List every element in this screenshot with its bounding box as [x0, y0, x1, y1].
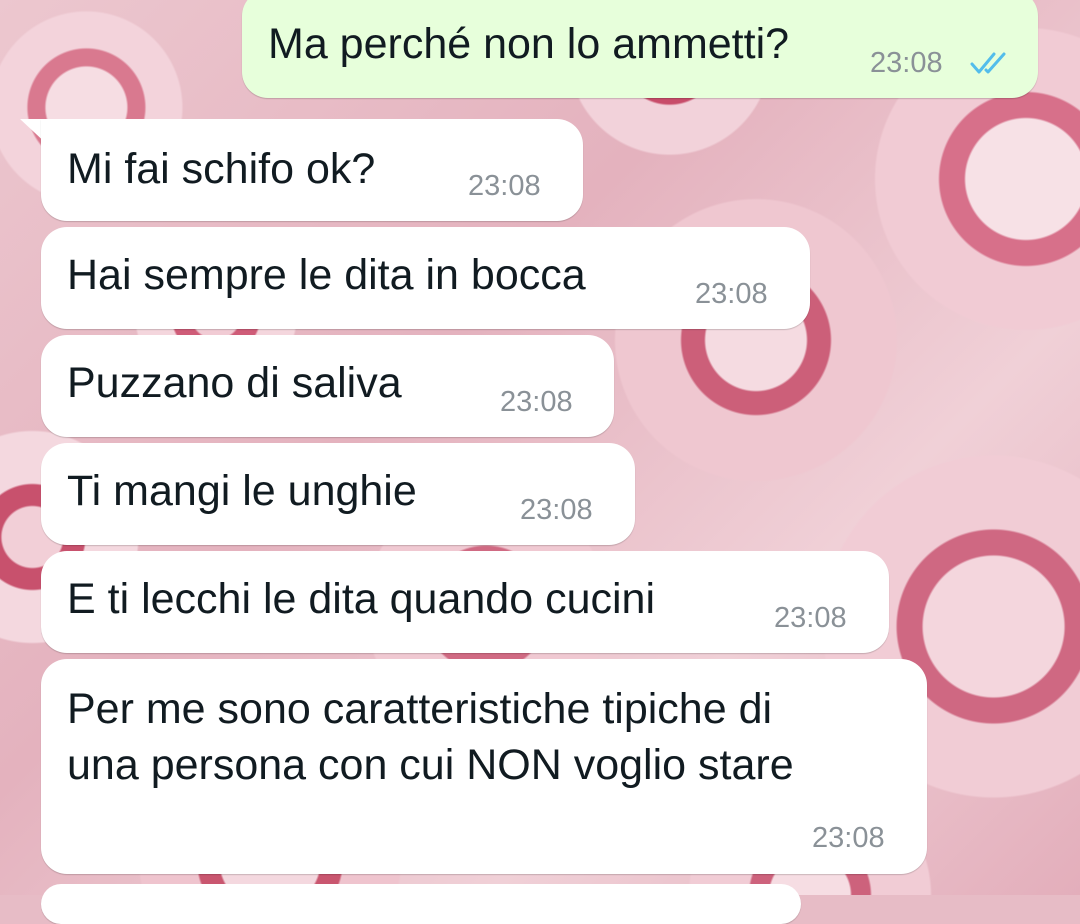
double-check-read-icon [970, 52, 1006, 74]
message-time: 23:08 [695, 278, 768, 310]
message-text: Mi fai schifo ok? [67, 145, 376, 193]
incoming-message[interactable]: Puzzano di saliva 23:08 [41, 335, 614, 437]
incoming-message[interactable]: Mi fai schifo ok? 23:08 [41, 119, 583, 221]
message-time: 23:08 [468, 170, 541, 202]
incoming-message[interactable]: E ti lecchi le dita quando cucini 23:08 [41, 551, 889, 653]
message-text: Hai sempre le dita in bocca [67, 251, 586, 299]
incoming-message[interactable]: Per me sono caratteristiche tipiche di u… [41, 659, 927, 874]
message-time: 23:08 [812, 822, 885, 854]
incoming-message[interactable]: Hai sempre le dita in bocca 23:08 [41, 227, 810, 329]
message-text-line: Per me sono caratteristiche tipiche di [67, 685, 773, 733]
message-text: Puzzano di saliva [67, 359, 402, 407]
message-time: 23:08 [774, 602, 847, 634]
message-time: 23:08 [870, 47, 943, 79]
message-text: Ti mangi le unghie [67, 467, 417, 515]
message-time: 23:08 [500, 386, 573, 418]
message-text: E ti lecchi le dita quando cucini [67, 575, 656, 623]
message-time: 23:08 [520, 494, 593, 526]
incoming-message-partial [41, 884, 801, 924]
incoming-message[interactable]: Ti mangi le unghie 23:08 [41, 443, 635, 545]
message-text: Ma perché non lo ammetti? [268, 20, 790, 68]
message-text-line: una persona con cui NON voglio stare [67, 741, 794, 789]
outgoing-message[interactable]: Ma perché non lo ammetti? 23:08 [242, 0, 1038, 98]
